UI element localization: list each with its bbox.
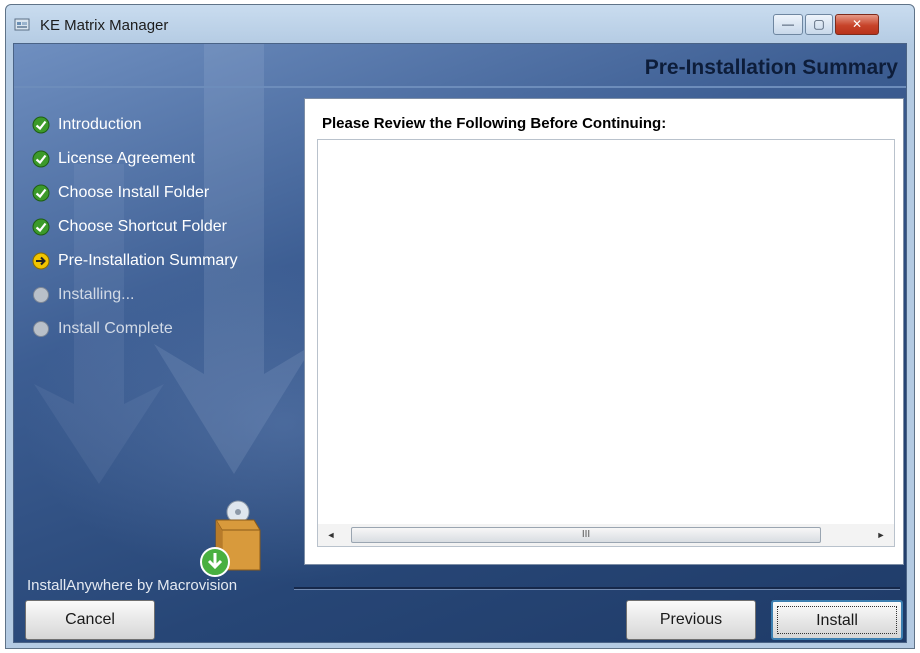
pending-dot-icon <box>33 287 49 303</box>
arrow-right-icon <box>32 252 50 270</box>
header-divider <box>14 86 906 88</box>
install-button[interactable]: Install <box>771 600 903 640</box>
install-button-label: Install <box>816 612 858 629</box>
step-label: License Agreement <box>58 150 195 167</box>
app-icon <box>14 18 30 31</box>
scroll-thumb[interactable]: III <box>351 527 821 543</box>
cancel-button[interactable]: Cancel <box>25 600 155 640</box>
step-label: Choose Shortcut Folder <box>58 218 227 235</box>
window-title: KE Matrix Manager <box>40 17 169 34</box>
minimize-button[interactable]: — <box>773 14 803 35</box>
check-icon <box>32 150 50 168</box>
step-label: Introduction <box>58 116 142 133</box>
summary-panel: Please Review the Following Before Conti… <box>304 98 904 565</box>
check-icon <box>32 116 50 134</box>
step-label: Install Complete <box>58 320 173 337</box>
summary-text-area[interactable]: ◄ III ► <box>317 139 895 547</box>
pending-dot-icon <box>33 321 49 337</box>
installer-body: Pre-Installation Summary Introduction Li… <box>13 43 907 643</box>
check-icon <box>32 218 50 236</box>
step-label: Choose Install Folder <box>58 184 210 201</box>
step-label: Pre-Installation Summary <box>58 252 238 269</box>
scroll-right-icon[interactable]: ► <box>874 527 888 543</box>
check-icon <box>32 184 50 202</box>
footer-divider <box>294 587 900 590</box>
horizontal-scrollbar[interactable]: ◄ III ► <box>318 524 894 546</box>
previous-button[interactable]: Previous <box>626 600 756 640</box>
installer-brand: InstallAnywhere by Macrovision <box>27 577 238 594</box>
page-title: Pre-Installation Summary <box>644 56 898 79</box>
summary-heading: Please Review the Following Before Conti… <box>322 115 667 132</box>
title-bar[interactable]: KE Matrix Manager — ▢ ✕ <box>6 5 914 43</box>
close-button[interactable]: ✕ <box>835 14 879 35</box>
package-download-icon <box>200 500 261 577</box>
maximize-button[interactable]: ▢ <box>805 14 833 35</box>
step-label: Installing... <box>58 286 135 303</box>
installer-window: KE Matrix Manager — ▢ ✕ Pre-Installation… <box>5 4 915 649</box>
scroll-left-icon[interactable]: ◄ <box>324 527 338 543</box>
